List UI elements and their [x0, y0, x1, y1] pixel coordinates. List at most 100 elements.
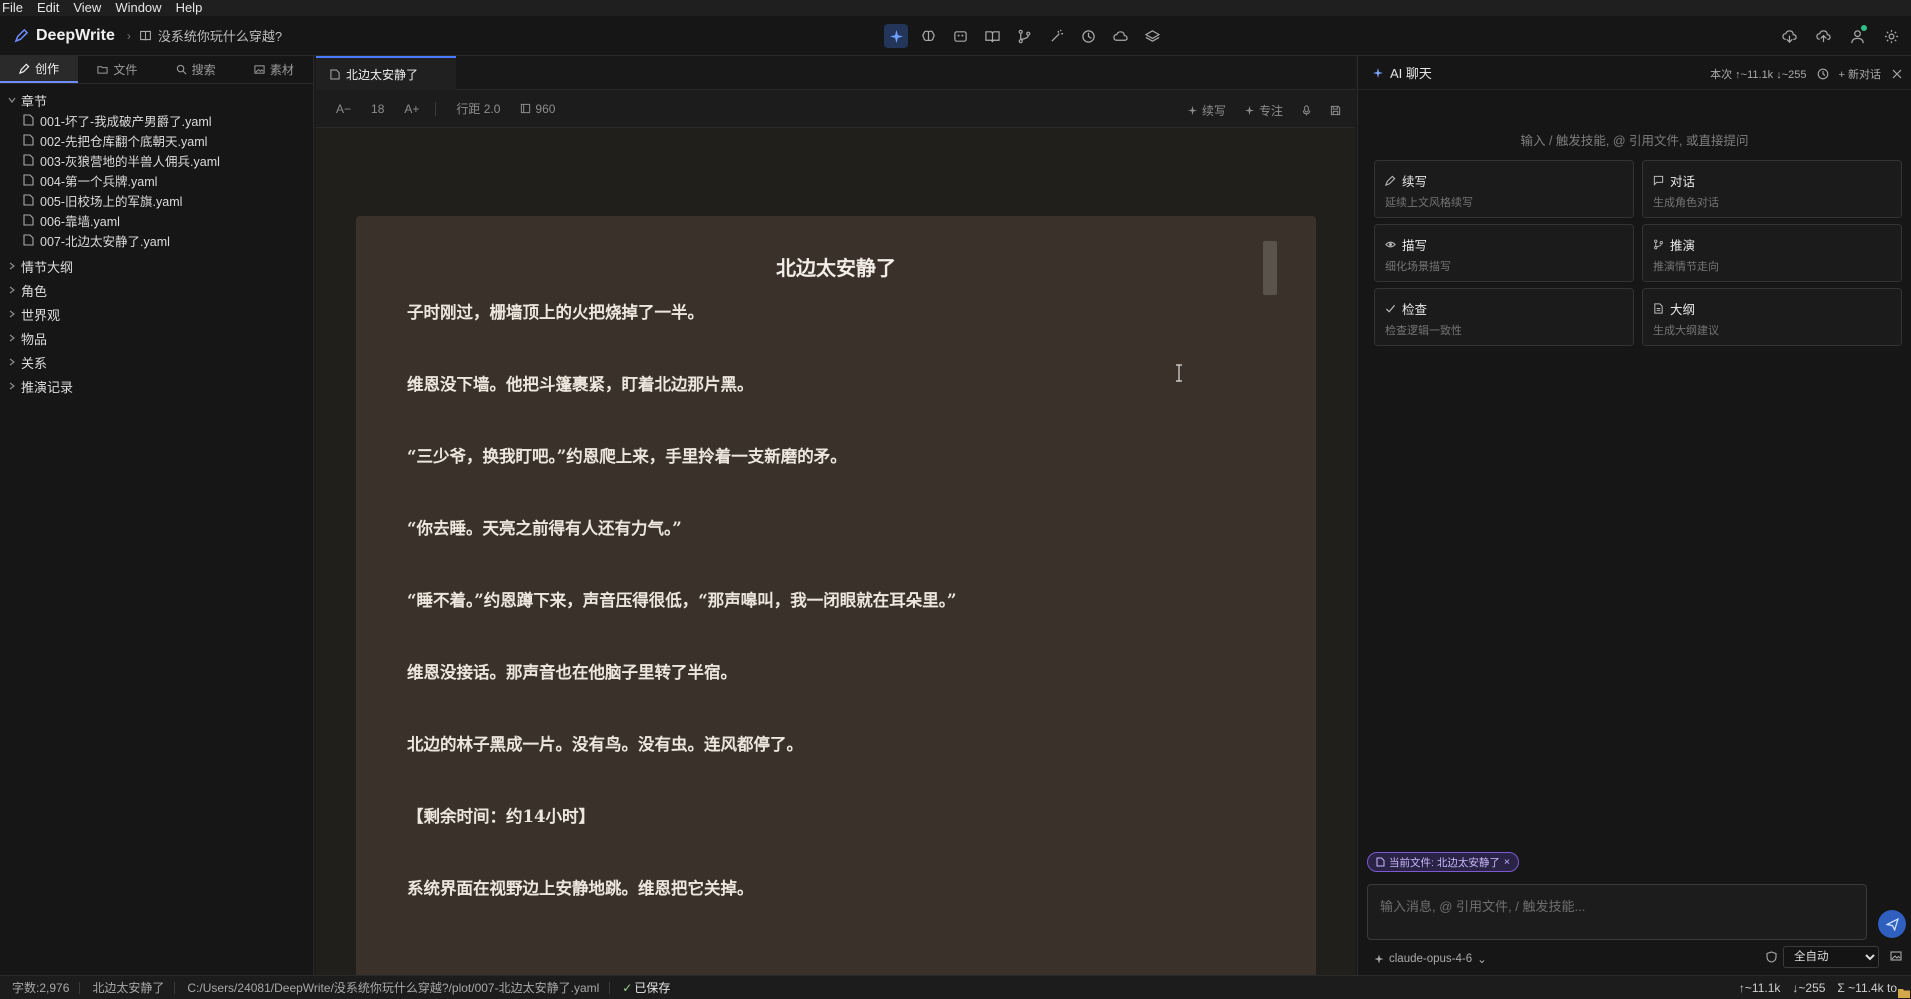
tree-outline-folder[interactable]: 情节大纲 [0, 254, 313, 278]
skill-simulate-card[interactable]: 推演 推演情节走向 [1642, 224, 1902, 282]
pen-icon [19, 63, 30, 74]
editor-scrollbar-thumb[interactable] [1263, 241, 1277, 295]
tab-create[interactable]: 创作 [0, 56, 79, 83]
ai-sparkle-button[interactable] [884, 24, 908, 48]
title-bar: DeepWrite › 没系统你玩什么穿越? [0, 16, 1911, 56]
settings-button[interactable] [1879, 24, 1903, 48]
focus-mode-button[interactable]: 专注 [1244, 102, 1283, 119]
paragraph: 北边的林子黑成一片。没有鸟。没有虫。连风都停了。 [407, 735, 803, 754]
menu-window[interactable]: Window [115, 1, 161, 15]
paragraph: 维恩没接话。那声音也在他脑子里转了半宿。 [407, 663, 737, 682]
dictation-button[interactable] [1301, 105, 1312, 116]
ai-chat-title: AI 聊天 [1390, 66, 1432, 81]
history-clock-icon[interactable] [1817, 68, 1829, 80]
menu-view[interactable]: View [73, 1, 101, 15]
chapter-file-item[interactable]: 003-灰狼营地的半兽人佣兵.yaml [0, 150, 313, 170]
layers-button[interactable] [1140, 24, 1164, 48]
status-divider [79, 981, 81, 994]
focus-mode-label: 专注 [1258, 104, 1283, 118]
tree-chapters-label: 章节 [21, 93, 48, 109]
tree-characters-folder[interactable]: 角色 [0, 278, 313, 302]
outline-book-button[interactable] [980, 24, 1004, 48]
branch-button[interactable] [1012, 24, 1036, 48]
cloud-upload-button[interactable] [1811, 24, 1835, 48]
search-icon [176, 64, 187, 75]
account-button[interactable] [1845, 24, 1869, 48]
view-toolbar [884, 24, 1164, 48]
document-body[interactable]: 子时刚过，栅墙顶上的火把烧掉了一半。 维恩没下墙。他把斗篷裹紧，盯着北边那片黑。… [356, 303, 1316, 951]
skill-description: 细化场景描写 [1385, 261, 1451, 273]
brand: DeepWrite [14, 27, 115, 45]
line-height-button[interactable]: 行距 2.0 [456, 100, 500, 117]
brain-button[interactable] [916, 24, 940, 48]
close-icon[interactable] [1891, 68, 1903, 80]
cloud-button[interactable] [1108, 24, 1132, 48]
tokens-total: Σ ~11.4k to [1837, 981, 1897, 995]
ai-chat-header: AI 聊天 本次 ↑~11.1k ↓~255 + 新对话 [1358, 56, 1911, 90]
skill-continue-card[interactable]: 续写 延续上文风格续写 [1374, 160, 1634, 218]
model-selector[interactable]: claude-opus-4-6 ⌄ [1374, 952, 1487, 966]
chapter-file-item[interactable]: 004-第一个兵牌.yaml [0, 170, 313, 190]
chapter-file-item[interactable]: 001-坏了-我成破产男爵了.yaml [0, 110, 313, 130]
autonomy-mode-select[interactable]: 全自动 [1783, 946, 1879, 968]
font-increase-button[interactable]: A+ [404, 102, 419, 116]
tree-outline-label: 情节大纲 [21, 259, 74, 275]
skill-dialogue-card[interactable]: 对话 生成角色对话 [1642, 160, 1902, 218]
menu-edit[interactable]: Edit [37, 1, 59, 15]
menu-file[interactable]: File [2, 1, 23, 15]
tree-world-label: 世界观 [21, 307, 61, 323]
tree-world-folder[interactable]: 世界观 [0, 302, 313, 326]
gear-icon [1884, 29, 1899, 44]
page-width-value: 960 [535, 101, 556, 116]
menu-help[interactable]: Help [176, 1, 203, 15]
chapter-file-item[interactable]: 006-靠墙.yaml [0, 210, 313, 230]
save-button[interactable] [1330, 105, 1341, 116]
continue-writing-button[interactable]: 续写 [1187, 102, 1226, 119]
account-toolbar [1777, 24, 1903, 48]
history-button[interactable] [1076, 24, 1100, 48]
check-icon [1385, 303, 1396, 314]
status-bar: 字数:2,976 北边太安静了 C:/Users/24081/DeepWrite… [0, 975, 1911, 999]
magic-button[interactable] [1044, 24, 1068, 48]
skill-check-card[interactable]: 检查 检查逻辑一致性 [1374, 288, 1634, 346]
skill-description: 延续上文风格续写 [1385, 197, 1473, 209]
app-name: DeepWrite [36, 26, 115, 44]
shield-icon [1766, 951, 1777, 963]
skill-description: 生成大纲建议 [1653, 325, 1719, 337]
cloud-icon [1112, 29, 1128, 44]
page-width-button[interactable]: 960 [520, 102, 555, 116]
editor-pane: 北边太安静了 A− 18 A+ 行距 2.0 960 续写 专注 北边太安静了 … [316, 56, 1355, 999]
tree-simulation-folder[interactable]: 推演记录 [0, 374, 313, 398]
branch-icon [1653, 239, 1664, 250]
project-breadcrumb[interactable]: 没系统你玩什么穿越? [139, 26, 282, 45]
current-file-context-chip[interactable]: 当前文件: 北边太安静了 × [1367, 852, 1519, 872]
tab-search[interactable]: 搜索 [157, 56, 235, 83]
project-name: 没系统你玩什么穿越? [157, 29, 283, 44]
send-button[interactable] [1878, 910, 1906, 938]
tab-assets[interactable]: 素材 [235, 56, 313, 83]
characters-button[interactable] [948, 24, 972, 48]
manuscript-page[interactable]: 北边太安静了 子时刚过，栅墙顶上的火把烧掉了一半。 维恩没下墙。他把斗篷裹紧，盯… [356, 216, 1316, 999]
font-decrease-button[interactable]: A− [336, 102, 351, 116]
skill-outline-card[interactable]: 大纲 生成大纲建议 [1642, 288, 1902, 346]
sparkle-icon [1372, 67, 1384, 79]
new-chat-button[interactable]: + 新对话 [1839, 66, 1881, 82]
toolbar-divider [435, 101, 437, 116]
document-tab[interactable]: 北边太安静了 [316, 56, 456, 90]
chat-message-input[interactable] [1367, 884, 1867, 940]
tree-chapters-folder[interactable]: 章节 [0, 90, 313, 110]
git-branch-icon [1017, 29, 1032, 44]
skill-describe-card[interactable]: 描写 细化场景描写 [1374, 224, 1634, 282]
sparkle-icon [1187, 105, 1198, 116]
tab-files[interactable]: 文件 [78, 56, 156, 83]
chapter-file-item[interactable]: 005-旧校场上的军旗.yaml [0, 190, 313, 210]
chapter-file-item[interactable]: 002-先把仓库翻个底朝天.yaml [0, 130, 313, 150]
tree-relations-folder[interactable]: 关系 [0, 350, 313, 374]
chip-close-icon[interactable]: × [1504, 856, 1510, 868]
tree-characters-label: 角色 [21, 283, 48, 299]
chapter-file-item[interactable]: 007-北边太安静了.yaml [0, 230, 313, 250]
layers-icon [1144, 29, 1160, 44]
attach-image-icon[interactable] [1890, 950, 1902, 962]
cloud-download-button[interactable] [1777, 24, 1801, 48]
tree-items-folder[interactable]: 物品 [0, 326, 313, 350]
